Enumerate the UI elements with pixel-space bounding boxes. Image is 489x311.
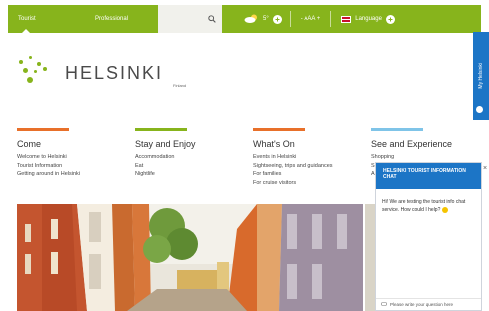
smiley-icon [441,206,448,213]
chat-bubble-icon [381,301,387,308]
column-accent-bar [17,128,69,131]
language-selector[interactable]: Language [331,5,405,33]
chat-header[interactable]: HELSINKI TOURIST INFORMATION CHAT [376,163,481,189]
logo-dots-icon [17,56,51,86]
column-title[interactable]: See and Experience [371,139,489,149]
uk-flag-icon [341,15,352,23]
chat-close-button[interactable]: × [483,165,487,172]
column-link[interactable]: Sightseeing, trips and guidances [253,162,371,171]
column-link[interactable]: Tourist Information [17,162,135,171]
column-title[interactable]: Stay and Enjoy [135,139,253,149]
language-expand-button[interactable] [385,14,395,24]
logo-subtitle: Finland [173,83,187,88]
street-photo-image [17,204,363,311]
search-icon[interactable] [208,10,216,28]
column-accent-bar [371,128,423,131]
column-link[interactable]: For families [253,170,371,179]
temperature-value: 5° [263,16,269,22]
column-link[interactable]: Events in Helsinki [253,153,371,162]
logo-wordmark: HELSINKI [65,63,164,83]
tab-tourist[interactable]: Tourist [8,5,58,33]
column-link[interactable]: Accommodation [135,153,253,162]
tab-professional-label: Professional [95,16,129,22]
chat-input-placeholder: Please write your question here [390,302,454,307]
column-link[interactable]: Shopping [371,153,489,162]
my-helsinki-open-button[interactable] [474,104,485,115]
column-accent-bar [253,128,305,131]
search-input[interactable] [158,5,222,33]
column-link[interactable]: Nightlife [135,170,253,179]
my-helsinki-label: My Helsinki [478,63,484,89]
column-link[interactable]: Getting around in Helsinki [17,170,135,179]
column-title[interactable]: Come [17,139,135,149]
column-accent-bar [135,128,187,131]
tourist-info-chat[interactable]: HELSINKI TOURIST INFORMATION CHAT Hi! We… [375,162,482,311]
hero-photo [17,204,363,311]
text-size-control[interactable]: - ᴀAA + [291,5,331,33]
column-link[interactable]: Welcome to Helsinki [17,153,135,162]
column-whats-on: What's On Events in Helsinki Sightseeing… [253,128,371,187]
column-link[interactable]: Eat [135,162,253,171]
top-navigation-bar: Tourist Professional 5° - ᴀAA + Language [8,5,481,33]
helsinki-logo[interactable]: HELSINKI Finland [17,56,186,88]
chat-message: Hi! We are testing the tourist info chat… [376,189,481,214]
column-title[interactable]: What's On [253,139,371,149]
weather-widget[interactable]: 5° [222,5,290,33]
column-stay-and-enjoy: Stay and Enjoy Accommodation Eat Nightli… [135,128,253,187]
column-come: Come Welcome to Helsinki Tourist Informa… [17,128,135,187]
language-label: Language [355,16,382,22]
chat-input-field[interactable]: Please write your question here [376,298,481,310]
cloud-sun-icon [244,14,259,25]
tab-professional[interactable]: Professional [58,5,158,33]
column-link[interactable]: For cruise visitors [253,179,371,188]
chat-message-text: Hi! We are testing the tourist info chat… [382,199,466,213]
tab-tourist-label: Tourist [18,16,36,22]
weather-expand-button[interactable] [272,14,282,24]
text-size-label: - ᴀAA + [300,16,321,22]
